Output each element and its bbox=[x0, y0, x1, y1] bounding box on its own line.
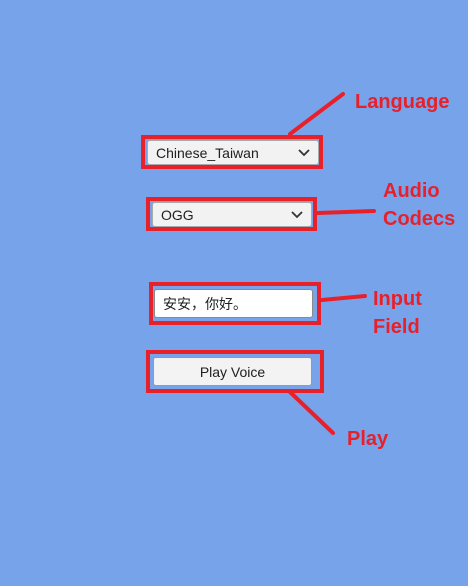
chevron-down-icon bbox=[291, 210, 303, 218]
codec-dropdown-value: OGG bbox=[161, 206, 194, 223]
chevron-down-icon bbox=[298, 148, 310, 156]
input-connector bbox=[320, 294, 367, 302]
language-connector bbox=[288, 92, 345, 136]
text-input-value: 安安，你好。 bbox=[163, 295, 247, 312]
codecs-annotation: Audio Codecs bbox=[383, 177, 455, 233]
play-voice-button[interactable]: Play Voice bbox=[153, 357, 312, 386]
codecs-annotation-line2: Codecs bbox=[383, 208, 456, 230]
input-annotation-line1: Input bbox=[373, 288, 422, 310]
codecs-annotation-line1: Audio bbox=[383, 180, 440, 202]
language-annotation: Language bbox=[355, 91, 450, 113]
codec-dropdown[interactable]: OGG bbox=[152, 202, 312, 227]
input-annotation: Input Field bbox=[373, 285, 422, 341]
play-voice-button-label: Play Voice bbox=[199, 363, 266, 380]
play-annotation: Play bbox=[347, 428, 389, 450]
language-dropdown-value: Chinese_Taiwan bbox=[156, 144, 259, 161]
play-connector bbox=[288, 390, 335, 435]
language-dropdown[interactable]: Chinese_Taiwan bbox=[147, 140, 319, 165]
input-annotation-line2: Field bbox=[373, 316, 420, 338]
codecs-connector bbox=[316, 209, 376, 215]
text-input-field[interactable]: 安安，你好。 bbox=[154, 289, 313, 318]
